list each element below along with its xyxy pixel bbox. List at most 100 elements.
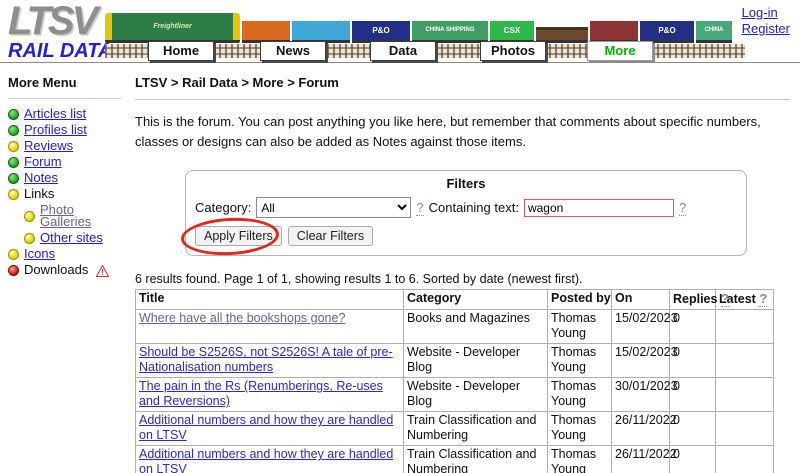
col-posted-by: Posted by (547, 289, 612, 311)
cell-on: 15/02/2023 (611, 343, 678, 379)
topic-link[interactable]: The pain in the Rs (Renumberings, Re-use… (139, 379, 383, 408)
main-content: LTSV > Rail Data > More > Forum This is … (127, 63, 800, 473)
sidebar-item-profiles-list: Profiles list (8, 123, 121, 136)
table-header-row: Title Category Posted by On Replies ? La… (135, 289, 774, 311)
sidebar-item-notes: Notes (8, 171, 121, 184)
green-dot-icon (8, 124, 19, 136)
cell-latest (715, 377, 774, 413)
green-dot-icon (8, 108, 19, 120)
cell-category: Website - Developer Blog (403, 343, 548, 379)
table-row: The pain in the Rs (Renumberings, Re-use… (135, 377, 774, 413)
topic-link[interactable]: Where have all the bookshops gone? (139, 311, 345, 325)
loco-label: Freightliner (153, 23, 192, 30)
sidebar: More Menu Articles list Profiles list Re… (0, 63, 127, 473)
cell-latest (715, 411, 774, 447)
page-intro-text: This is the forum. You can post anything… (135, 114, 761, 150)
topic-link[interactable]: Additional numbers and how they are hand… (139, 413, 393, 442)
table-row: Additional numbers and how they are hand… (135, 445, 774, 473)
cell-latest (715, 309, 774, 345)
topic-link[interactable]: Additional numbers and how they are hand… (139, 447, 393, 473)
login-link[interactable]: Log-in (742, 5, 790, 21)
cell-replies: 0 (669, 377, 716, 413)
topic-link[interactable]: Should be S2526S, not S2526S! A tale of … (139, 345, 393, 374)
tab-data[interactable]: Data (370, 41, 436, 61)
cell-on: 30/01/2023 (611, 377, 678, 413)
wagon-container (292, 21, 350, 43)
yellow-dot-icon (24, 210, 35, 222)
cell-posted-by: Thomas Young (547, 445, 612, 473)
cell-replies: 0 (669, 309, 716, 345)
register-link[interactable]: Register (742, 21, 790, 37)
cell-latest (715, 445, 774, 473)
cell-posted-by: Thomas Young (547, 309, 612, 345)
cell-latest (715, 343, 774, 379)
sidebar-item-links: Links (8, 186, 121, 201)
train-banner-image: Freightliner P&O CHINA SHIPPING CSX P&O … (105, 5, 753, 43)
sidebar-item-other-sites: Other sites (8, 231, 121, 244)
wagon-container: CHINA (696, 21, 732, 43)
clear-filters-button[interactable]: Clear Filters (287, 226, 374, 247)
sidebar-title: More Menu (8, 75, 77, 90)
col-replies: Replies ? (669, 289, 729, 311)
category-label: Category: (195, 200, 252, 216)
col-title: Title (135, 289, 404, 311)
text-help-link[interactable]: ? (678, 200, 687, 216)
sidebar-item-downloads: Downloads ! (8, 262, 121, 277)
results-summary-top: 6 results found. Page 1 of 1, showing re… (135, 272, 583, 287)
col-on: On (611, 289, 670, 311)
cell-on: 15/02/2023 (611, 309, 678, 345)
reviews-link[interactable]: Reviews (24, 139, 73, 152)
profiles-list-link[interactable]: Profiles list (24, 123, 87, 136)
wagon-container: CSX (490, 21, 534, 43)
cell-on: 26/11/2022 (611, 411, 677, 447)
downloads-label: Downloads (24, 262, 89, 277)
content-divider (135, 99, 790, 100)
locomotive-image: Freightliner (105, 13, 240, 43)
other-sites-link[interactable]: Other sites (40, 231, 103, 244)
sidebar-item-photo-galleries: Photo Galleries (8, 203, 121, 228)
notes-link[interactable]: Notes (24, 171, 58, 184)
green-dot-icon (8, 172, 19, 184)
cell-category: Books and Magazines (403, 309, 548, 345)
cell-posted-by: Thomas Young (547, 411, 612, 447)
forum-table: Title Category Posted by On Replies ? La… (135, 289, 774, 473)
table-row: Where have all the bookshops gone? Books… (135, 309, 774, 345)
tab-photos[interactable]: Photos (480, 41, 546, 61)
links-label: Links (24, 186, 55, 201)
red-dot-icon (8, 264, 19, 276)
articles-list-link[interactable]: Articles list (24, 107, 86, 120)
sidebar-item-forum: Forum (8, 155, 121, 168)
breadcrumb: LTSV > Rail Data > More > Forum (135, 75, 339, 90)
containing-text-input[interactable] (523, 198, 674, 217)
table-row: Should be S2526S, not S2526S! A tale of … (135, 343, 774, 379)
tab-more[interactable]: More (587, 41, 653, 61)
cell-on: 26/11/2022 (611, 445, 677, 473)
tab-news[interactable]: News (260, 41, 326, 61)
forum-link[interactable]: Forum (24, 155, 62, 168)
cell-replies: 0 (669, 343, 716, 379)
green-dot-icon (8, 156, 19, 168)
containing-text-label: Containing text: (428, 200, 519, 216)
cell-posted-by: Thomas Young (547, 343, 612, 379)
apply-filters-button[interactable]: Apply Filters (195, 226, 282, 247)
wagon-container (590, 21, 638, 43)
col-latest: Latest ? (715, 289, 774, 311)
cell-posted-by: Thomas Young (547, 377, 612, 413)
icons-link[interactable]: Icons (24, 247, 55, 260)
wagon-container: CHINA SHIPPING (412, 21, 488, 43)
yellow-dot-icon (8, 140, 19, 152)
photo-galleries-link[interactable]: Photo Galleries (40, 203, 121, 228)
latest-help-link[interactable]: ? (759, 291, 768, 308)
tab-home[interactable]: Home (148, 41, 214, 61)
yellow-dot-icon (8, 188, 19, 200)
sidebar-item-articles-list: Articles list (8, 107, 121, 120)
category-help-link[interactable]: ? (416, 200, 424, 216)
category-select[interactable]: All (256, 197, 412, 219)
wagon-container (242, 21, 290, 43)
yellow-dot-icon (8, 248, 19, 260)
wagon-container: P&O (640, 21, 694, 43)
cell-category: Train Classification and Numbering (403, 445, 548, 473)
filters-title: Filters (446, 176, 486, 192)
filters-panel: Filters Category: All ? Containing text:… (180, 170, 747, 258)
table-row: Additional numbers and how they are hand… (135, 411, 774, 447)
